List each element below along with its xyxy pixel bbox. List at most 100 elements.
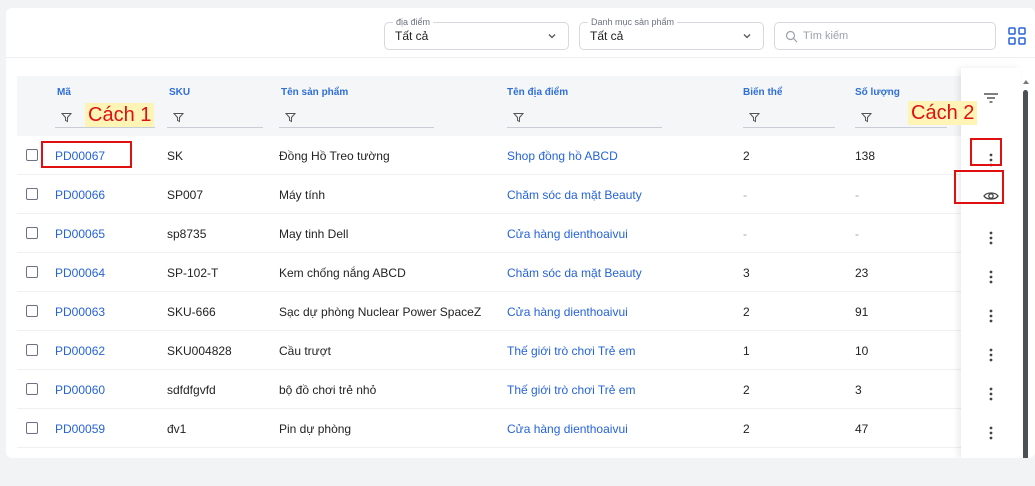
quantity-cell: 23 <box>855 266 869 280</box>
product-code-link[interactable]: PD00060 <box>55 383 105 397</box>
sku-cell: sp8735 <box>167 227 207 241</box>
row-checkbox[interactable] <box>26 422 38 434</box>
table-row[interactable]: PD00064 SP-102-T Kem chống nắng ABCD Chă… <box>17 253 962 292</box>
more-vertical-icon <box>989 426 993 440</box>
sku-cell: SP007 <box>167 188 204 202</box>
more-vertical-icon <box>989 348 993 362</box>
column-filter-location[interactable] <box>507 109 662 128</box>
location-select[interactable]: địa điểm Tất cả <box>384 16 569 50</box>
chevron-down-icon <box>548 34 556 39</box>
row-actions-button[interactable] <box>980 383 1002 405</box>
column-filter-sku[interactable] <box>167 109 263 128</box>
category-select[interactable]: Danh mục sản phẩm Tất cả <box>579 16 764 50</box>
product-name-cell: Sạc dự phòng Nuclear Power SpaceZ <box>279 305 482 319</box>
row-checkbox[interactable] <box>26 149 38 161</box>
column-filter-variant[interactable] <box>743 109 835 128</box>
scrollbar-thumb[interactable] <box>1023 90 1028 458</box>
quantity-cell: 47 <box>855 422 869 436</box>
table-row[interactable]: PD00060 sdfdfgvfd bộ đồ chơi trẻ nhỏ Thế… <box>17 370 962 409</box>
quantity-cell: - <box>855 227 859 241</box>
more-vertical-icon <box>989 309 993 323</box>
more-vertical-icon <box>989 231 993 245</box>
filter-bar: địa điểm Tất cả Danh mục sản phẩm Tất cả <box>6 8 1035 58</box>
product-list-card: địa điểm Tất cả Danh mục sản phẩm Tất cả… <box>6 8 1035 458</box>
product-name-cell: Đồng Hồ Treo tường <box>279 149 390 163</box>
search-input[interactable] <box>803 27 983 45</box>
row-checkbox[interactable] <box>26 227 38 239</box>
filter-icon <box>173 113 184 123</box>
row-checkbox[interactable] <box>26 305 38 317</box>
quantity-cell: 3 <box>855 383 862 397</box>
product-code-link[interactable]: PD00065 <box>55 227 105 241</box>
product-code-link[interactable]: PD00066 <box>55 188 105 202</box>
product-name-cell: bộ đồ chơi trẻ nhỏ <box>279 383 377 397</box>
row-checkbox[interactable] <box>26 188 38 200</box>
location-link[interactable]: Thế giới trò chơi Trẻ em <box>507 344 635 358</box>
table-row[interactable]: PD00063 SKU-666 Sạc dự phòng Nuclear Pow… <box>17 292 962 331</box>
quantity-cell: 10 <box>855 344 869 358</box>
variant-cell: 3 <box>743 266 750 280</box>
column-filter-name[interactable] <box>279 109 434 128</box>
column-settings-icon[interactable] <box>983 92 999 104</box>
location-link[interactable]: Chăm sóc da mặt Beauty <box>507 266 642 280</box>
sku-cell: đv1 <box>167 422 187 436</box>
product-name-cell: Pin dự phòng <box>279 422 352 436</box>
vertical-scrollbar[interactable] <box>1022 78 1030 458</box>
sku-cell: SP-102-T <box>167 266 219 280</box>
location-link[interactable]: Cửa hàng dienthoaivui <box>507 422 628 436</box>
column-header-sku[interactable]: SKU <box>169 87 190 98</box>
scroll-up-icon[interactable] <box>1022 78 1030 86</box>
column-header-qty[interactable]: Số lượng <box>855 87 900 98</box>
quantity-cell: 138 <box>855 149 876 163</box>
grid-view-icon[interactable] <box>1006 25 1028 47</box>
variant-cell: 2 <box>743 305 750 319</box>
filter-icon <box>513 113 524 123</box>
filter-icon <box>285 113 296 123</box>
table-row[interactable]: PD00067 SK Đồng Hồ Treo tường Shop đồng … <box>17 136 962 175</box>
column-header-code[interactable]: Mã <box>57 87 71 98</box>
product-name-cell: Máy tính <box>279 188 326 202</box>
product-code-link[interactable]: PD00063 <box>55 305 105 319</box>
table-header: Mã SKU Tên sản phẩm Tên địa điểm Biến th… <box>17 76 962 136</box>
more-vertical-icon <box>989 270 993 284</box>
row-actions-button[interactable] <box>980 227 1002 249</box>
location-link[interactable]: Shop đồng hồ ABCD <box>507 149 618 163</box>
column-header-location[interactable]: Tên địa điểm <box>507 87 568 98</box>
column-header-name[interactable]: Tên sản phẩm <box>281 87 348 98</box>
row-actions-button[interactable] <box>980 266 1002 288</box>
sku-cell: sdfdfgvfd <box>167 383 216 397</box>
variant-cell: - <box>743 188 747 202</box>
location-link[interactable]: Cửa hàng dienthoaivui <box>507 227 628 241</box>
row-actions-button[interactable] <box>980 422 1002 444</box>
table-row[interactable]: PD00065 sp8735 May tinh Dell Cửa hàng di… <box>17 214 962 253</box>
row-checkbox[interactable] <box>26 266 38 278</box>
row-checkbox[interactable] <box>26 344 38 356</box>
location-select-value: Tất cả <box>395 29 429 43</box>
product-code-link[interactable]: PD00062 <box>55 344 105 358</box>
location-link[interactable]: Cửa hàng dienthoaivui <box>507 305 628 319</box>
product-code-link[interactable]: PD00059 <box>55 422 105 436</box>
table-row[interactable]: PD00059 đv1 Pin dự phòng Cửa hàng dienth… <box>17 409 962 448</box>
filter-icon <box>61 113 72 123</box>
highlight-box-code <box>41 141 132 168</box>
row-actions-button[interactable] <box>980 305 1002 327</box>
variant-cell: 2 <box>743 383 750 397</box>
product-name-cell: Cầu trượt <box>279 344 331 358</box>
search-field[interactable] <box>774 22 996 50</box>
search-icon <box>785 30 798 43</box>
quantity-cell: - <box>855 188 859 202</box>
table-row[interactable]: PD00066 SP007 Máy tính Chăm sóc da mặt B… <box>17 175 962 214</box>
sku-cell: SKU-666 <box>167 305 216 319</box>
row-actions-button[interactable] <box>980 344 1002 366</box>
table-row[interactable]: PD00062 SKU004828 Cầu trượt Thế giới trò… <box>17 331 962 370</box>
variant-cell: 1 <box>743 344 750 358</box>
sku-cell: SKU004828 <box>167 344 232 358</box>
location-link[interactable]: Thế giới trò chơi Trẻ em <box>507 383 635 397</box>
annotation-way-2: Cách 2 <box>908 101 978 125</box>
product-name-cell: May tinh Dell <box>279 227 349 241</box>
product-code-link[interactable]: PD00064 <box>55 266 105 280</box>
column-header-variant[interactable]: Biến thể <box>743 87 782 98</box>
location-link[interactable]: Chăm sóc da mặt Beauty <box>507 188 642 202</box>
row-checkbox[interactable] <box>26 383 38 395</box>
chevron-down-icon <box>743 34 751 39</box>
